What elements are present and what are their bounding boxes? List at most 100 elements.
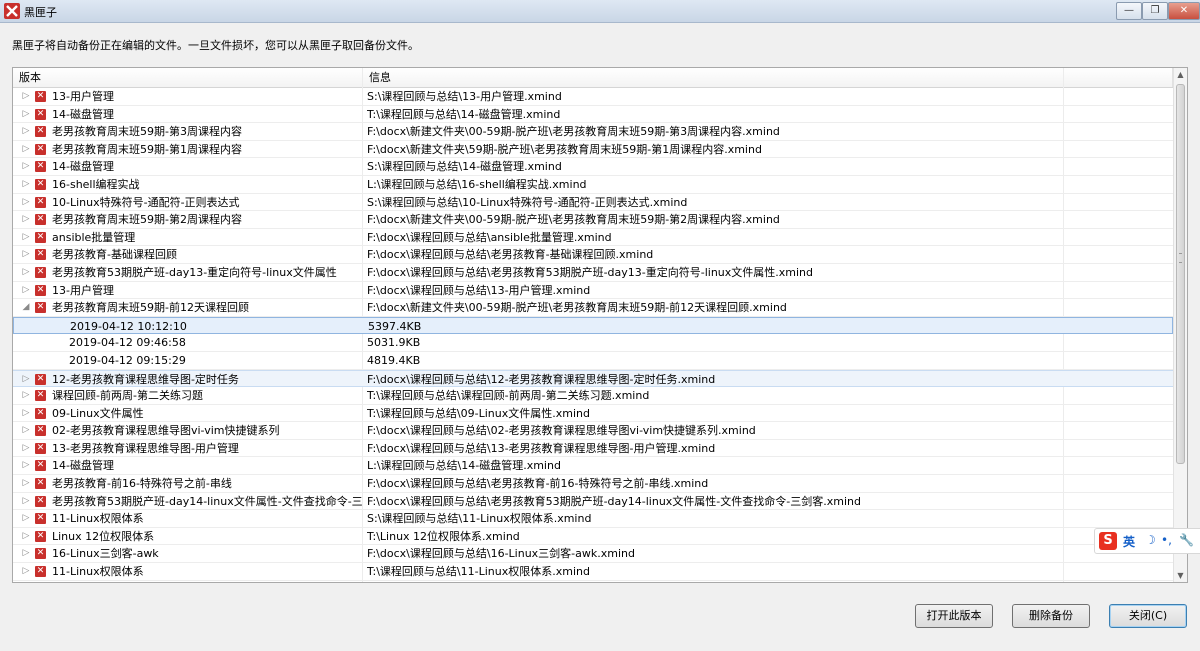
scroll-up-icon[interactable]: ▲ (1174, 68, 1187, 81)
ime-toolbar[interactable]: S 英 ☽ •, 🔧 (1094, 528, 1200, 554)
expand-arrow-icon[interactable]: ▷ (21, 440, 31, 458)
file-row[interactable]: ▷ ✕ 02-老男孩教育课程思维导图vi-vim快捷键系列 F:\docx\课程回顾与… (13, 422, 1173, 440)
file-row[interactable]: ▷ ✕ 11-Linux权限体系 T:\课程回顾与总结\11-Linux权限体系.xm… (13, 563, 1173, 581)
file-path: S:\课程回顾与总结\14-磁盘管理.xmind (367, 160, 562, 174)
expand-arrow-icon[interactable]: ▷ (21, 282, 31, 300)
backup-list[interactable]: 版本 信息 ▷ ✕ 13-用户管理 S:\课程回顾与总结\13-用户管理.xmind ▷… (12, 67, 1188, 583)
file-path: F:\docx\新建文件夹\00-59期-脱产班\老男孩教育周末班59期-第3周… (367, 125, 780, 139)
version-row[interactable]: 2019-04-12 09:15:29 4819.4KB (13, 352, 1173, 370)
ime-language[interactable]: 英 (1123, 533, 1135, 550)
expand-arrow-icon[interactable]: ▷ (21, 371, 31, 389)
expand-arrow-icon[interactable]: ▷ (21, 510, 31, 528)
wrench-icon[interactable]: 🔧 (1179, 533, 1194, 547)
delete-backup-button[interactable]: 删除备份 (1012, 604, 1090, 628)
file-row[interactable]: ▷ ✕ Linux 12位权限体系 T:\Linux 12位权限体系.xmind (13, 528, 1173, 546)
version-row[interactable]: 2019-04-12 10:12:10 5397.4KB (13, 316, 1173, 335)
file-row[interactable]: ▷ ✕ 12-老男孩教育课程思维导图-定时任务 F:\docx\课程回顾与总结\12-… (13, 369, 1173, 389)
file-name: 老男孩教育53期脱产班-day13-重定向符号-linux文件属性 (52, 265, 337, 279)
expand-arrow-icon[interactable]: ▷ (21, 475, 31, 493)
expand-arrow-icon[interactable]: ▷ (21, 123, 31, 141)
file-name: 12-老男孩教育课程思维导图-定时任务 (52, 372, 239, 386)
file-row[interactable]: ▷ ✕ 老男孩教育-基础课程回顾 F:\docx\课程回顾与总结\老男孩教育-基础课程… (13, 246, 1173, 264)
file-row[interactable]: ▷ ✕ ansible批量管理 F:\docx\课程回顾与总结\ansible批量管理… (13, 229, 1173, 247)
expand-arrow-icon[interactable]: ▷ (21, 422, 31, 440)
file-row[interactable]: ▷ ✕ 老男孩教育53期脱产班-day13-重定向符号-linux文件属性 F:\do… (13, 264, 1173, 282)
title-bar[interactable]: 黑匣子 — ❐ ✕ (0, 0, 1200, 23)
file-row[interactable]: ▷ ✕ 09-Linux文件属性 T:\课程回顾与总结\09-Linux文件属性.xm… (13, 405, 1173, 423)
moon-icon[interactable]: ☽ (1145, 533, 1156, 547)
xmind-file-icon: ✕ (35, 373, 46, 385)
file-name: 老男孩教育周末班59期-前12天课程回顾 (52, 301, 249, 315)
file-row[interactable]: ▷ ✕ 16-Linux三剑客-awk F:\docx\课程回顾与总结\16-Linu… (13, 545, 1173, 564)
file-path: F:\docx\新建文件夹\59期-脱产班\老男孩教育周末班59期-第1周课程内… (367, 142, 762, 156)
file-name: 02-老男孩教育课程思维导图vi-vim快捷键系列 (52, 424, 280, 438)
file-row[interactable]: ▷ ✕ 11-Linux权限体系 S:\课程回顾与总结\11-Linux权限体系.xm… (13, 510, 1173, 528)
file-row[interactable]: ▷ ✕ 14-磁盘管理 T:\课程回顾与总结\14-磁盘管理.xmind (13, 106, 1173, 124)
collapse-arrow-icon[interactable]: ◢ (21, 299, 31, 317)
open-version-button[interactable]: 打开此版本 (915, 604, 993, 628)
version-row[interactable]: 2019-04-12 09:46:58 5031.9KB (13, 334, 1173, 352)
expand-arrow-icon[interactable]: ▷ (21, 457, 31, 475)
xmind-file-icon: ✕ (35, 460, 46, 472)
file-row[interactable]: ▷ ✕ 13-用户管理 S:\课程回顾与总结\13-用户管理.xmind (13, 88, 1173, 106)
xmind-file-icon: ✕ (35, 478, 46, 490)
file-path: T:\课程回顾与总结\09-Linux文件属性.xmind (367, 406, 590, 420)
xmind-file-icon: ✕ (35, 266, 46, 278)
close-window-button[interactable]: ✕ (1168, 2, 1200, 20)
file-name: 16-Linux三剑客-awk (52, 547, 159, 561)
expand-arrow-icon[interactable]: ▷ (21, 106, 31, 124)
version-size: 5397.4KB (368, 319, 422, 333)
expand-arrow-icon[interactable]: ▷ (21, 563, 31, 581)
expand-arrow-icon[interactable]: ▷ (21, 264, 31, 282)
xmind-file-icon: ✕ (35, 284, 46, 296)
column-header-info[interactable]: 信息 (363, 68, 1064, 87)
xmind-file-icon: ✕ (35, 425, 46, 437)
minimize-button[interactable]: — (1116, 2, 1142, 20)
scrollbar-thumb[interactable] (1176, 84, 1185, 464)
file-row[interactable]: ▷ ✕ 老男孩教育周末班59期-第2周课程内容 F:\docx\新建文件夹\00-59… (13, 211, 1173, 229)
xmind-file-icon: ✕ (35, 513, 46, 525)
file-row[interactable]: ▷ ✕ 老男孩教育-前16-特殊符号之前-串线 F:\docx\课程回顾与总结\老男孩… (13, 475, 1173, 493)
list-rows: ▷ ✕ 13-用户管理 S:\课程回顾与总结\13-用户管理.xmind ▷ ✕ 14-磁盘… (13, 88, 1173, 581)
expand-arrow-icon[interactable]: ▷ (21, 158, 31, 176)
vertical-scrollbar[interactable]: ▲ ▼ (1173, 68, 1187, 582)
column-header-empty (1064, 68, 1173, 87)
file-row[interactable]: ▷ ✕ 10-Linux特殊符号-通配符-正则表达式 S:\课程回顾与总结\10-Li… (13, 194, 1173, 212)
file-path: F:\docx\课程回顾与总结\ansible批量管理.xmind (367, 230, 612, 244)
expand-arrow-icon[interactable]: ▷ (21, 211, 31, 229)
file-row[interactable]: ▷ ✕ 13-老男孩教育课程思维导图-用户管理 F:\docx\课程回顾与总结\13-… (13, 440, 1173, 458)
file-row[interactable]: ▷ ✕ 14-磁盘管理 S:\课程回顾与总结\14-磁盘管理.xmind (13, 158, 1173, 176)
file-path: F:\docx\课程回顾与总结\老男孩教育-前16-特殊符号之前-串线.xmin… (367, 477, 709, 491)
expand-arrow-icon[interactable]: ▷ (21, 405, 31, 423)
xmind-file-icon: ✕ (35, 126, 46, 138)
column-header-version[interactable]: 版本 (13, 68, 363, 87)
file-row[interactable]: ▷ ✕ 14-磁盘管理 L:\课程回顾与总结\14-磁盘管理.xmind (13, 457, 1173, 476)
file-row[interactable]: ▷ ✕ 16-shell编程实战 L:\课程回顾与总结\16-shell编程实战.xm… (13, 176, 1173, 194)
sogou-logo-icon[interactable]: S (1099, 532, 1117, 550)
file-row[interactable]: ▷ ✕ 13-用户管理 F:\docx\课程回顾与总结\13-用户管理.xmind (13, 282, 1173, 300)
expand-arrow-icon[interactable]: ▷ (21, 141, 31, 159)
maximize-button[interactable]: ❐ (1142, 2, 1168, 20)
file-name: 老男孩教育-基础课程回顾 (52, 248, 177, 262)
file-row[interactable]: ▷ ✕ 老男孩教育53期脱产班-day14-linux文件属性-文件查找命令-三剑客… (13, 493, 1173, 511)
file-row[interactable]: ▷ ✕ 老男孩教育周末班59期-第1周课程内容 F:\docx\新建文件夹\59期-脱… (13, 141, 1173, 159)
expand-arrow-icon[interactable]: ▷ (21, 194, 31, 212)
expand-arrow-icon[interactable]: ▷ (21, 545, 31, 563)
expand-arrow-icon[interactable]: ▷ (21, 528, 31, 546)
expand-arrow-icon[interactable]: ▷ (21, 88, 31, 106)
file-path: S:\课程回顾与总结\11-Linux权限体系.xmind (367, 512, 592, 526)
expand-arrow-icon[interactable]: ▷ (21, 229, 31, 247)
xmind-file-icon: ✕ (35, 442, 46, 454)
expand-arrow-icon[interactable]: ▷ (21, 176, 31, 194)
expand-arrow-icon[interactable]: ▷ (21, 387, 31, 405)
expand-arrow-icon[interactable]: ▷ (21, 493, 31, 511)
file-row[interactable]: ◢ ✕ 老男孩教育周末班59期-前12天课程回顾 F:\docx\新建文件夹\00-5… (13, 299, 1173, 317)
expand-arrow-icon[interactable]: ▷ (21, 246, 31, 264)
file-row[interactable]: ▷ ✕ 老男孩教育周末班59期-第3周课程内容 F:\docx\新建文件夹\00-59… (13, 123, 1173, 141)
xmind-file-icon: ✕ (35, 91, 46, 102)
close-button[interactable]: 关闭(C) (1109, 604, 1187, 628)
file-row[interactable]: ▷ ✕ 课程回顾-前两周-第二关练习题 T:\课程回顾与总结\课程回顾-前两周-第二关… (13, 387, 1173, 405)
punctuation-icon[interactable]: •, (1161, 533, 1172, 547)
file-name: 13-老男孩教育课程思维导图-用户管理 (52, 441, 239, 455)
scroll-down-icon[interactable]: ▼ (1174, 569, 1187, 582)
